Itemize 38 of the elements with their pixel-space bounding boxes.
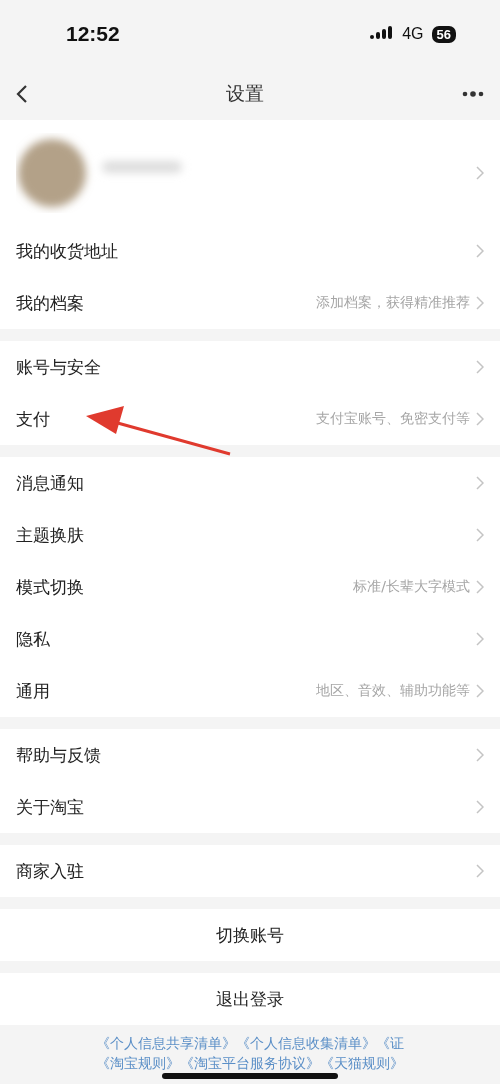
chevron-right-icon xyxy=(476,800,484,814)
chevron-right-icon xyxy=(476,748,484,762)
chevron-right-icon xyxy=(476,528,484,542)
chevron-right-icon xyxy=(476,412,484,426)
settings-row[interactable]: 隐私 xyxy=(0,613,500,665)
page-title: 设置 xyxy=(226,81,264,106)
settings-row[interactable]: 商家入驻 xyxy=(0,845,500,897)
account-action-button[interactable]: 退出登录 xyxy=(0,973,500,1025)
network-type: 4G xyxy=(402,25,424,43)
settings-row[interactable]: 模式切换 标准/长辈大字模式 xyxy=(0,561,500,613)
chevron-right-icon xyxy=(476,632,484,646)
chevron-right-icon xyxy=(476,476,484,490)
row-hint: 地区、音效、辅助功能等 xyxy=(316,682,470,700)
more-icon[interactable] xyxy=(462,91,484,97)
settings-row[interactable]: 消息通知 xyxy=(0,457,500,509)
settings-row[interactable]: 通用 地区、音效、辅助功能等 xyxy=(0,665,500,717)
settings-row[interactable]: 主题换肤 xyxy=(0,509,500,561)
chevron-right-icon xyxy=(476,864,484,878)
row-hint: 添加档案，获得精准推荐 xyxy=(316,294,470,312)
chevron-right-icon xyxy=(476,684,484,698)
account-action-button[interactable]: 切换账号 xyxy=(0,909,500,961)
battery-level: 56 xyxy=(431,25,456,43)
settings-row[interactable]: 关于淘宝 xyxy=(0,781,500,833)
chevron-right-icon xyxy=(476,580,484,594)
chevron-right-icon xyxy=(476,244,484,258)
settings-row[interactable]: 我的收货地址 xyxy=(0,225,500,277)
settings-row[interactable]: 支付 支付宝账号、免密支付等 xyxy=(0,393,500,445)
status-time: 12:52 xyxy=(66,22,120,46)
signal-icon xyxy=(370,26,395,42)
settings-row[interactable]: 帮助与反馈 xyxy=(0,729,500,781)
settings-row[interactable]: 账号与安全 xyxy=(0,341,500,393)
row-hint: 标准/长辈大字模式 xyxy=(353,578,470,596)
chevron-right-icon xyxy=(476,165,484,180)
chevron-right-icon xyxy=(476,296,484,310)
row-hint: 支付宝账号、免密支付等 xyxy=(316,410,470,428)
settings-row[interactable]: 我的档案 添加档案，获得精准推荐 xyxy=(0,277,500,329)
back-icon[interactable] xyxy=(16,84,28,104)
chevron-right-icon xyxy=(476,360,484,374)
